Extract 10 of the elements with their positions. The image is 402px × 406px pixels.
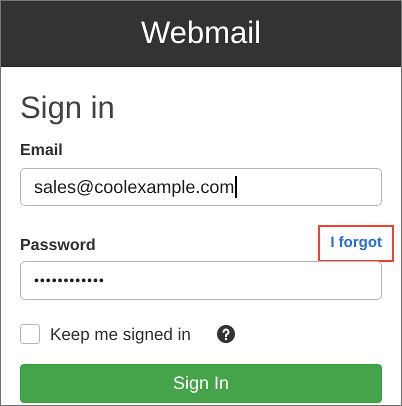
- password-field[interactable]: ••••••••••••: [20, 260, 382, 300]
- page-heading: Sign in: [20, 92, 116, 123]
- field-label: Email: [20, 141, 64, 161]
- help-icon[interactable]: [216, 325, 235, 344]
- forgot-link[interactable]: I forgot: [318, 225, 394, 262]
- field-label: Password: [20, 236, 96, 256]
- checkbox-label: Keep me signed in: [50, 324, 191, 346]
- checkbox[interactable]: [20, 324, 40, 344]
- email-field[interactable]: sales@coolexample.com: [20, 168, 382, 206]
- app-title: Webmail: [140, 16, 262, 52]
